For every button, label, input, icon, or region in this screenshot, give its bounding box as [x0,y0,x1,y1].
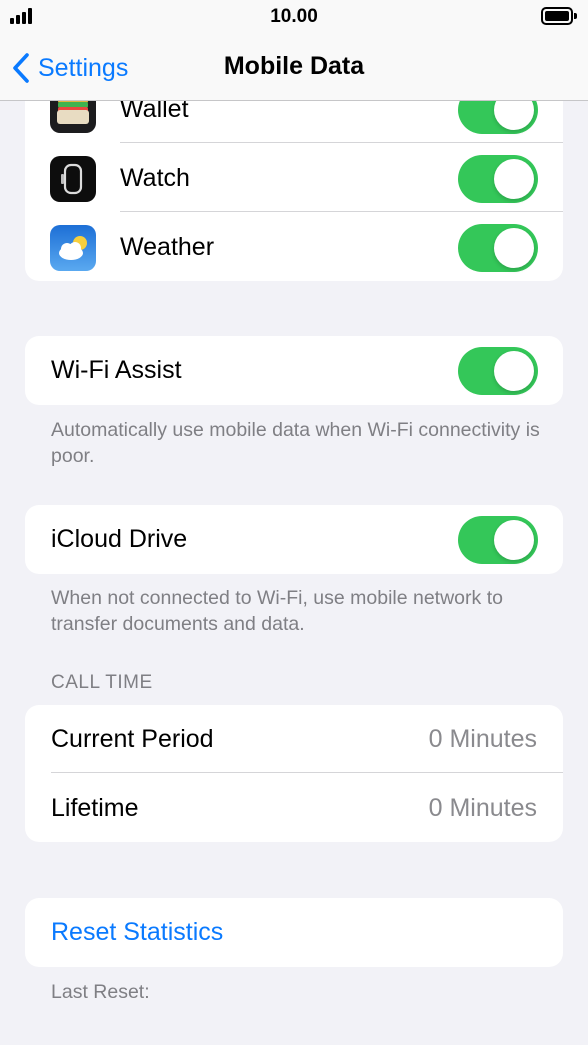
wifi-assist-row: Wi-Fi Assist [25,336,563,404]
app-label: Watch [120,164,190,192]
reset-statistics-label: Reset Statistics [51,918,224,946]
row-label: Current Period [51,725,214,753]
wifi-assist-footer: Automatically use mobile data when Wi-Fi… [51,419,540,467]
weather-toggle[interactable] [458,224,538,272]
last-reset-label: Last Reset: [51,981,150,1003]
row-value: 0 Minutes [428,794,537,822]
status-time: 10.00 [270,6,318,27]
reset-group: Reset Statistics [25,898,563,967]
icloud-drive-toggle[interactable] [458,516,538,564]
app-row-weather: Weather [25,213,563,281]
app-label: Weather [120,233,215,261]
icloud-drive-footer: When not connected to Wi-Fi, use mobile … [51,587,503,635]
wifi-assist-group: Wi-Fi Assist [25,336,563,405]
row-label: Lifetime [51,794,139,822]
reset-statistics-button[interactable]: Reset Statistics [25,898,563,966]
call-time-group: Current Period 0 Minutes Lifetime 0 Minu… [25,705,563,842]
weather-icon [50,225,96,271]
call-time-row-current-period: Current Period 0 Minutes [25,705,563,773]
wifi-assist-label: Wi-Fi Assist [51,356,182,384]
status-bar: 10.00 [0,0,588,34]
app-row-watch: Watch [25,144,563,212]
row-value: 0 Minutes [428,725,537,753]
page-title: Mobile Data [223,52,365,80]
app-list-group: Wallet Watch Weather [25,75,563,281]
call-time-header: CALL TIME [51,672,153,693]
watch-icon [50,156,96,202]
wifi-assist-toggle[interactable] [458,347,538,395]
navigation-bar: Settings Mobile Data [0,34,588,101]
icloud-drive-group: iCloud Drive [25,505,563,574]
watch-toggle[interactable] [458,155,538,203]
battery-icon [541,7,577,25]
icloud-drive-label: iCloud Drive [51,525,188,553]
call-time-row-lifetime: Lifetime 0 Minutes [25,774,563,842]
icloud-drive-row: iCloud Drive [25,505,563,573]
